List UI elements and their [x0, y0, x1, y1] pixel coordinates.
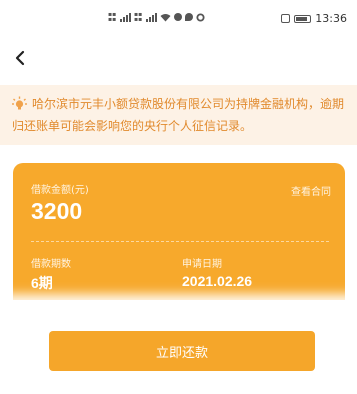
signal-icon	[120, 12, 131, 22]
status-icons: ▪▪ ▪▪ ▪▪ ▪▪	[108, 11, 205, 23]
apply-date-label: 申请日期	[182, 259, 222, 270]
term-label: 借款期数	[31, 259, 71, 270]
status-bar: ▪▪ ▪▪ ▪▪ ▪▪ 13:36	[0, 0, 357, 38]
apply-date-value: 2021.02.26	[182, 273, 253, 289]
sim-icon: ▪▪ ▪▪	[108, 11, 117, 23]
amount-label: 借款金额(元)	[31, 185, 89, 196]
status-right: 13:36	[281, 12, 347, 25]
battery-icon	[294, 14, 312, 23]
notice-banner: 哈尔滨市元丰小额贷款股份有限公司为持牌金融机构，逾期归还账单可能会影响您的央行个…	[0, 85, 357, 145]
sync-icon	[196, 12, 205, 22]
lightbulb-icon	[12, 96, 27, 110]
view-contract-link[interactable]: 查看合同	[291, 183, 331, 198]
amount-value: 3200	[31, 198, 83, 224]
chevron-left-icon	[15, 50, 25, 66]
wifi-icon	[160, 13, 171, 21]
notice-text: 哈尔滨市元丰小额贷款股份有限公司为持牌金融机构，逾期归还账单可能会影响您的央行个…	[12, 97, 345, 133]
sim-icon: ▪▪ ▪▪	[134, 11, 143, 23]
status-time: 13:36	[315, 12, 347, 25]
message-icon	[174, 13, 182, 21]
chat-icon	[185, 13, 193, 21]
signal-icon	[146, 12, 157, 22]
vibrate-icon	[281, 14, 291, 23]
card-divider	[31, 241, 329, 242]
repay-now-button[interactable]: 立即还款	[49, 331, 315, 371]
back-button[interactable]	[8, 46, 32, 70]
loan-card: 借款金额(元) 查看合同 3200 借款期数 6期 申请日期 2021.02.2…	[13, 163, 345, 313]
term-value: 6期	[31, 275, 53, 291]
